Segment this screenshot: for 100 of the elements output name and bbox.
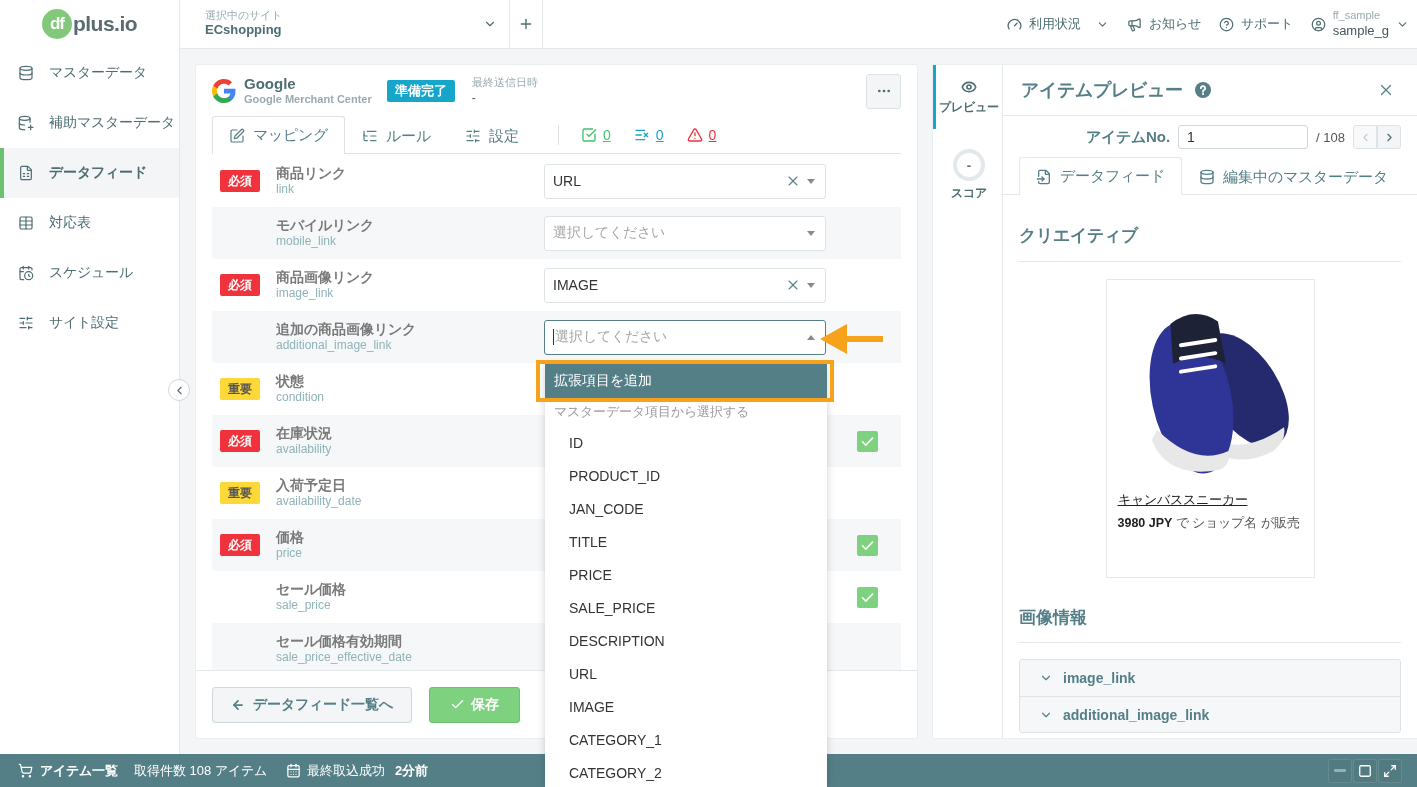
next-button[interactable]	[1377, 125, 1401, 149]
cart-icon	[18, 763, 33, 778]
required-badge: 必須	[220, 274, 260, 296]
menu-item[interactable]: CATEGORY_1	[545, 723, 827, 756]
accordion-header[interactable]: image_link	[1020, 660, 1400, 696]
channel-subtitle: Google Merchant Center	[244, 93, 372, 107]
database-icon	[18, 65, 34, 81]
important-badge: 重要	[220, 482, 260, 504]
menu-item[interactable]: PRICE	[545, 558, 827, 591]
list-x-icon	[633, 127, 650, 143]
product-link[interactable]: キャンバススニーカー	[1117, 490, 1248, 509]
menu-item[interactable]: ID	[545, 426, 827, 459]
warning-count-link[interactable]: 0	[686, 127, 717, 143]
header-menu-button[interactable]: お知らせ	[1126, 15, 1201, 33]
menu-item[interactable]: URL	[545, 657, 827, 690]
field-key: condition	[276, 390, 544, 406]
database-plus-icon	[18, 115, 34, 131]
field-label: 価格	[276, 528, 305, 547]
field-label: セール価格	[276, 580, 347, 599]
accordion-header[interactable]: additional_image_link	[1020, 696, 1400, 732]
logo-text: plus.io	[72, 12, 138, 36]
expand-icon	[1383, 763, 1397, 778]
warning-icon	[686, 127, 703, 143]
calendar-clock-icon	[18, 265, 34, 281]
help-icon	[1195, 82, 1211, 98]
field-key: price	[276, 546, 544, 562]
field-key: sale_price	[276, 598, 544, 614]
header-menu-button[interactable]: サポート	[1218, 15, 1293, 33]
pen-square-icon	[229, 127, 245, 144]
tab[interactable]: データフィード	[1019, 157, 1182, 195]
item-no-label: アイテムNo.	[1085, 127, 1171, 147]
side-tab[interactable]: プレビュー	[933, 65, 1002, 129]
field-key: image_link	[276, 286, 544, 302]
menu-item[interactable]: TITLE	[545, 525, 827, 558]
field-label: 商品リンク	[276, 164, 347, 183]
score-ring: -	[953, 149, 985, 181]
database-icon	[1199, 169, 1215, 185]
items-link[interactable]: アイテム一覧	[18, 761, 118, 780]
tab[interactable]: 設定	[448, 117, 536, 154]
text-cursor	[553, 329, 554, 345]
logo-mark: df	[41, 9, 72, 39]
collapse-button[interactable]	[168, 379, 190, 401]
expand-button[interactable]	[1378, 758, 1402, 783]
field-key: mobile_link	[276, 234, 544, 250]
sidebar-item[interactable]: 補助マスターデータ	[0, 98, 179, 148]
megaphone-icon	[1126, 16, 1142, 32]
field-key: additional_image_link	[276, 338, 544, 354]
sidebar-item[interactable]: サイト設定	[0, 298, 179, 348]
item-count-text: 取得件数 108 アイテム	[134, 761, 267, 780]
menu-item[interactable]: JAN_CODE	[545, 492, 827, 525]
back-button[interactable]: データフィード一覧へ	[212, 686, 412, 723]
table-icon	[18, 215, 34, 231]
field-key: availability	[276, 442, 544, 458]
required-badge: 必須	[220, 534, 260, 556]
field-label: モバイルリンク	[276, 216, 375, 235]
channel-name: Google	[244, 75, 297, 94]
required-badge: 必須	[220, 430, 260, 452]
item-total: / 108	[1316, 129, 1345, 145]
tab[interactable]: 編集中のマスターデータ	[1182, 158, 1405, 195]
sidebar-item[interactable]: データフィード	[0, 148, 179, 198]
select-field[interactable]: IMAGE	[544, 267, 826, 303]
last-import-label: 最終取込成功	[306, 761, 385, 780]
gauge-icon	[1006, 16, 1022, 32]
calendar-icon	[285, 763, 301, 778]
menu-item[interactable]: CATEGORY_2	[545, 756, 827, 787]
field-label: 在庫状況	[276, 424, 333, 443]
field-key: availability_date	[276, 494, 544, 510]
sidebar-item[interactable]: スケジュール	[0, 248, 179, 298]
status-badge: 準備完了	[386, 80, 455, 102]
field-label: セール価格有効期間	[276, 632, 403, 651]
arrow-icon	[820, 324, 883, 354]
select-field[interactable]: URL	[544, 163, 826, 199]
menu-item[interactable]: PRODUCT_ID	[545, 459, 827, 492]
field-key: sale_price_effective_date	[276, 650, 544, 666]
menu-item[interactable]: IMAGE	[545, 690, 827, 723]
field-label: 状態	[276, 372, 305, 391]
field-label: 入荷予定日	[276, 476, 347, 495]
list-tree-icon	[362, 128, 378, 144]
last-import-value: 2分前	[394, 761, 429, 780]
header-menu-button[interactable]: 利用状況	[1006, 15, 1109, 33]
field-key: link	[276, 182, 544, 198]
minimize-icon	[1334, 769, 1346, 772]
caret-icon	[807, 178, 815, 184]
sidebar-item[interactable]: 対応表	[0, 198, 179, 248]
menu-item[interactable]: 拡張項目を追加	[545, 363, 827, 398]
required-badge: 必須	[220, 170, 260, 192]
field-label: 追加の商品画像リンク	[276, 320, 417, 339]
menu-item[interactable]: SALE_PRICE	[545, 591, 827, 624]
item-no-input[interactable]: 1	[1178, 125, 1309, 149]
tab[interactable]: ルール	[345, 117, 448, 154]
last-sent-value: -	[471, 89, 477, 107]
check-square-icon	[581, 127, 597, 143]
tab[interactable]: マッピング	[212, 116, 345, 154]
help-icon	[1218, 16, 1234, 32]
user-menu-button[interactable]: ff_sample sample_g	[1310, 8, 1409, 40]
menu-item[interactable]: DESCRIPTION	[545, 624, 827, 657]
sidebar-item[interactable]: マスターデータ	[0, 48, 179, 98]
restore-button[interactable]	[1353, 758, 1377, 783]
caret-icon	[807, 230, 815, 236]
section-heading: クリエイティブ	[1019, 223, 1401, 262]
